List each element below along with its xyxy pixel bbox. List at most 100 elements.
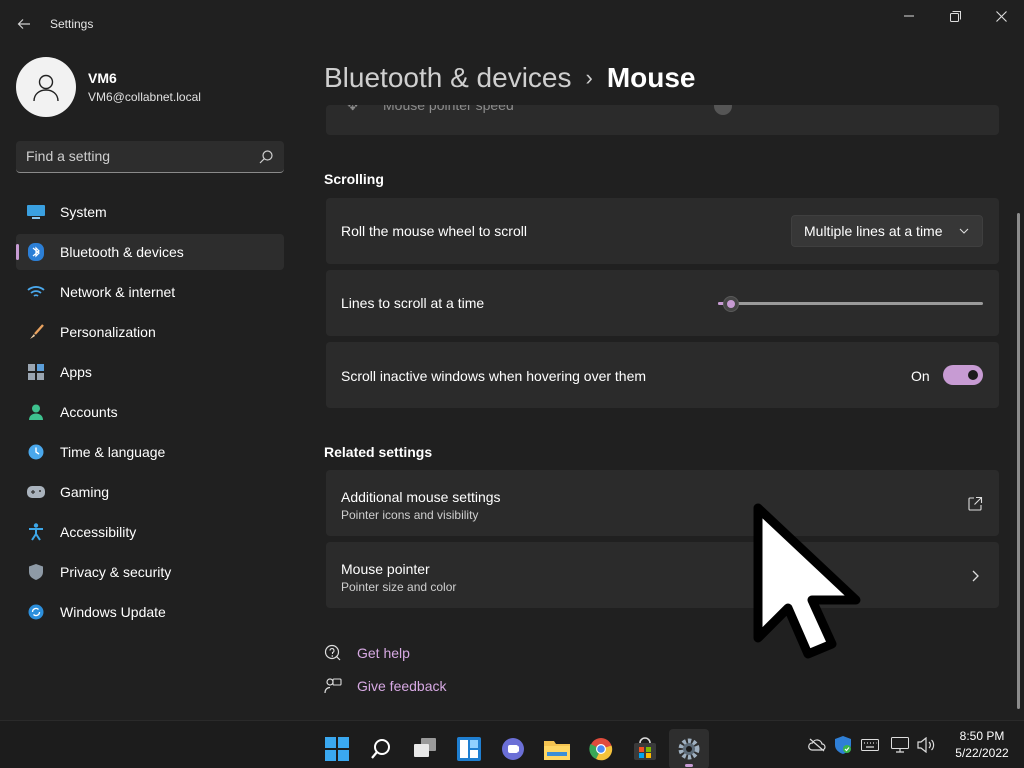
settings-icon [678, 738, 700, 760]
mouse-pointer-sub: Pointer size and color [341, 580, 457, 594]
lines-scroll-card: Lines to scroll at a time [326, 270, 999, 336]
pointer-speed-card: ✥ Mouse pointer speed [326, 105, 999, 135]
active-app-indicator [685, 764, 693, 767]
task-view-button[interactable] [405, 729, 445, 768]
give-feedback-label: Give feedback [357, 678, 447, 694]
taskbar-search-button[interactable] [361, 729, 401, 768]
start-button[interactable] [317, 729, 357, 768]
teams-chat-icon [502, 738, 524, 760]
sidebar-item-label: Gaming [60, 484, 110, 500]
sidebar-item-network[interactable]: Network & internet [16, 274, 284, 310]
sidebar-item-label: Accessibility [60, 524, 137, 540]
chrome-button[interactable] [581, 729, 621, 768]
search-icon [371, 739, 390, 759]
file-explorer-icon [544, 741, 570, 760]
minimize-icon [904, 15, 914, 17]
main-scrollbar[interactable] [1017, 213, 1020, 709]
user-profile[interactable]: VM6 VM6@collabnet.local [16, 57, 201, 117]
cloud-off-icon [808, 738, 826, 752]
sidebar-item-bluetooth[interactable]: Bluetooth & devices [16, 234, 284, 270]
scroll-inactive-toggle[interactable] [943, 365, 983, 385]
keyboard-tray[interactable] [860, 735, 880, 755]
person-icon [27, 403, 45, 421]
close-button[interactable] [978, 4, 1024, 28]
search-input[interactable] [26, 148, 246, 164]
profile-email: VM6@collabnet.local [88, 90, 201, 104]
wheel-scroll-dropdown[interactable]: Multiple lines at a time [791, 215, 983, 247]
sidebar-item-apps[interactable]: Apps [16, 354, 284, 390]
back-arrow-icon [17, 19, 30, 29]
lines-scroll-slider-track[interactable] [718, 302, 983, 305]
section-title-scrolling: Scrolling [324, 171, 384, 187]
section-title-related: Related settings [324, 444, 433, 460]
update-icon [27, 603, 45, 621]
teams-chat-button[interactable] [493, 729, 533, 768]
sidebar-item-personalization[interactable]: Personalization [16, 314, 284, 350]
settings-taskbar-button[interactable] [669, 729, 709, 768]
title-bar: Settings [0, 0, 1024, 48]
sidebar-item-label: Personalization [60, 324, 156, 340]
store-icon [634, 737, 656, 760]
sidebar-item-time-language[interactable]: Time & language [16, 434, 284, 470]
chrome-icon [589, 738, 613, 761]
help-chat-icon [324, 644, 341, 661]
clock-date: 5/22/2022 [955, 746, 1009, 760]
page-title: Mouse [606, 62, 696, 93]
sidebar-item-gaming[interactable]: Gaming [16, 474, 284, 510]
sidebar-item-accounts[interactable]: Accounts [16, 394, 284, 430]
chevron-right-icon [972, 570, 979, 582]
volume-tray[interactable] [916, 735, 936, 755]
give-feedback-link[interactable]: Give feedback [324, 675, 447, 697]
lines-scroll-label: Lines to scroll at a time [341, 295, 485, 311]
network-tray[interactable] [890, 735, 910, 755]
restore-button[interactable] [932, 4, 978, 28]
dropdown-value: Multiple lines at a time [804, 223, 943, 239]
clock-time: 8:50 PM [959, 729, 1005, 743]
back-button[interactable] [12, 12, 36, 36]
get-help-link[interactable]: Get help [324, 642, 410, 664]
accessibility-icon [27, 523, 45, 541]
task-view-icon [414, 738, 436, 757]
gamepad-icon [27, 483, 45, 501]
get-help-label: Get help [357, 645, 410, 661]
ethernet-icon [891, 737, 909, 753]
shield-icon [27, 563, 45, 581]
sidebar-item-label: Network & internet [60, 284, 176, 300]
search-icon [259, 150, 273, 164]
wheel-scroll-card: Roll the mouse wheel to scroll Multiple … [326, 198, 999, 264]
mouse-pointer-card[interactable]: Mouse pointer Pointer size and color [326, 542, 999, 608]
scroll-inactive-card: Scroll inactive windows when hovering ov… [326, 342, 999, 408]
taskbar-clock[interactable]: 8:50 PM 5/22/2022 [946, 729, 1018, 760]
toggle-knob [968, 370, 978, 380]
clock-globe-icon [27, 443, 45, 461]
widgets-button[interactable] [449, 729, 489, 768]
sidebar-item-label: Accounts [60, 404, 118, 420]
additional-mouse-settings-label: Additional mouse settings [341, 489, 501, 505]
sidebar-item-privacy[interactable]: Privacy & security [16, 554, 284, 590]
sidebar-item-accessibility[interactable]: Accessibility [16, 514, 284, 550]
slider-thumb-dot [727, 300, 735, 308]
store-button[interactable] [625, 729, 665, 768]
pointer-speed-slider-thumb[interactable] [714, 105, 732, 115]
minimize-button[interactable] [886, 4, 932, 28]
pointer-speed-label: Mouse pointer speed [383, 105, 514, 113]
onedrive-tray[interactable] [807, 735, 827, 755]
additional-mouse-settings-card[interactable]: Additional mouse settings Pointer icons … [326, 470, 999, 536]
breadcrumb-parent[interactable]: Bluetooth & devices [324, 62, 572, 94]
widgets-icon [457, 737, 481, 761]
restore-icon [949, 10, 961, 22]
speaker-icon [917, 737, 935, 753]
lines-scroll-slider-thumb[interactable] [723, 296, 739, 312]
wifi-icon [27, 283, 45, 301]
profile-name: VM6 [88, 70, 117, 86]
avatar [16, 57, 76, 117]
sidebar-nav: System Bluetooth & devices Network & int… [16, 194, 284, 634]
chevron-down-icon [959, 228, 969, 234]
sidebar-item-system[interactable]: System [16, 194, 284, 230]
sidebar-item-label: Bluetooth & devices [60, 244, 184, 260]
search-box[interactable] [16, 141, 284, 173]
file-explorer-button[interactable] [537, 729, 577, 768]
breadcrumb: Bluetooth & devices › Mouse [324, 58, 696, 98]
security-tray[interactable] [833, 735, 853, 755]
sidebar-item-windows-update[interactable]: Windows Update [16, 594, 284, 630]
